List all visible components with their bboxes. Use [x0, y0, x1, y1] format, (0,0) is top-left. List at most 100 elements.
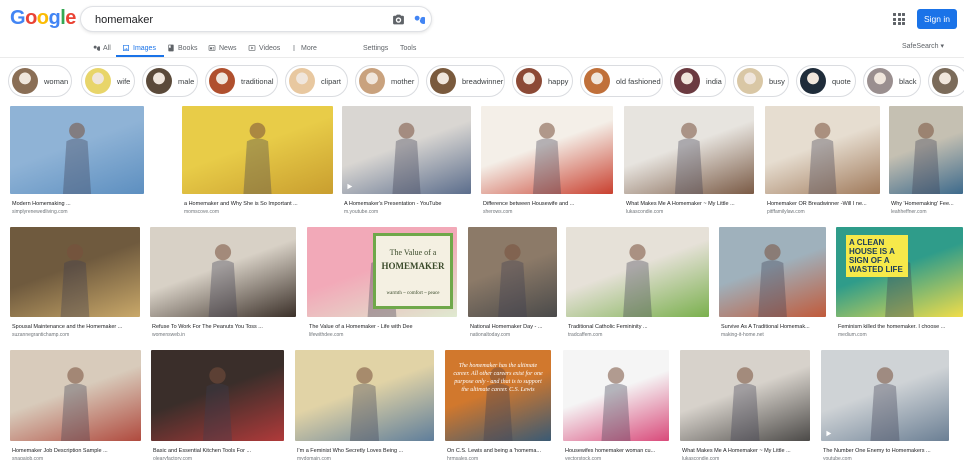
result-source: momscove.com	[184, 209, 220, 215]
tab-images[interactable]: Images	[122, 42, 156, 54]
result-thumbnail[interactable]	[10, 350, 141, 441]
result-thumbnail[interactable]	[10, 106, 144, 194]
image-result[interactable]: What Makes Me A Homemaker ~ My Little ..…	[680, 350, 810, 460]
image-result[interactable]: A CLEAN HOUSE IS A SIGN OF A WASTED LIFE…	[836, 227, 963, 339]
chip-label: old fashioned	[616, 76, 661, 86]
chip-more[interactable]	[928, 65, 964, 97]
result-thumbnail[interactable]	[481, 106, 613, 194]
chip-black[interactable]: black	[863, 65, 921, 97]
chip-woman[interactable]: woman	[8, 65, 72, 97]
result-thumbnail[interactable]	[624, 106, 754, 194]
result-source: making-it-home.net	[721, 332, 764, 338]
thumbnail-figure	[601, 367, 631, 441]
tab-all[interactable]: All	[92, 42, 111, 54]
image-result[interactable]: Basic and Essential Kitchen Tools For ..…	[151, 350, 284, 460]
image-result[interactable]: The Value of a HOMEMAKER warmth ~ comfort …	[307, 227, 457, 339]
tab-books[interactable]: Books	[167, 42, 197, 54]
result-thumbnail[interactable]	[10, 227, 140, 317]
chip-wife[interactable]: wife	[81, 65, 135, 97]
result-thumbnail[interactable]: The homemaker has the ultimate career. A…	[445, 350, 551, 441]
chip-male[interactable]: male	[142, 65, 198, 97]
image-result[interactable]: The Number One Enemy to Homemakers ... yo…	[821, 350, 949, 460]
tab-tools[interactable]: Tools	[400, 42, 416, 54]
image-result[interactable]: Modern Homemaking ... simplyrenewedliving…	[10, 106, 144, 216]
result-thumbnail[interactable]	[566, 227, 709, 317]
result-thumbnail[interactable]	[151, 350, 284, 441]
tab-tools-label: Tools	[400, 44, 417, 52]
tab-images-label: Images	[133, 44, 156, 52]
result-source: olearyfactory.com	[153, 456, 193, 460]
chip-mother[interactable]: mother	[355, 65, 419, 97]
chip-busy[interactable]: busy	[733, 65, 789, 97]
image-result[interactable]: Traditional Catholic Femininity ... tradc…	[566, 227, 709, 339]
result-thumbnail[interactable]	[182, 106, 333, 194]
result-source: tradcaffem.com	[568, 332, 603, 338]
result-thumbnail[interactable]	[719, 227, 826, 317]
result-source: snagajob.com	[12, 456, 44, 460]
chip-clipart[interactable]: clipart	[285, 65, 348, 97]
result-thumbnail[interactable]	[342, 106, 471, 194]
result-source: medium.com	[838, 332, 867, 338]
chip-thumbnail	[516, 68, 542, 94]
chip-old-fashioned[interactable]: old fashioned	[580, 65, 663, 97]
image-result[interactable]: Refuse To Work For The Peanuts You Toss …	[150, 227, 296, 339]
tab-news-label: News	[219, 44, 237, 52]
image-result[interactable]: What Makes Me A Homemaker ~ My Little ..…	[624, 106, 754, 216]
chip-india[interactable]: india	[670, 65, 726, 97]
result-source: simplyrenewedliving.com	[12, 209, 68, 215]
chip-quote[interactable]: quote	[796, 65, 856, 97]
image-result[interactable]: A Homemaker's Presentation - YouTube m.yo…	[342, 106, 471, 216]
image-icon	[123, 45, 129, 51]
image-result[interactable]: Survive As A Traditional Homemak... makin…	[719, 227, 826, 339]
result-source: suzannegrantichamp.com	[12, 332, 70, 338]
result-thumbnail[interactable]	[295, 350, 434, 441]
result-caption: Refuse To Work For The Peanuts You Toss …	[152, 324, 263, 330]
thumbnail-figure	[60, 244, 90, 317]
chip-label: quote	[832, 76, 851, 86]
tab-settings[interactable]: Settings	[363, 42, 388, 54]
safesearch-toggle[interactable]: SafeSearch ▾	[902, 42, 944, 50]
image-result[interactable]: Difference between Housewife and ... sher…	[481, 106, 613, 216]
chip-breadwinner[interactable]: breadwinner	[426, 65, 505, 97]
image-result[interactable]: Spousal Maintenance and the Homemaker ..…	[10, 227, 140, 339]
result-source: mydomain.com	[297, 456, 331, 460]
image-result[interactable]: I'm a Feminist Who Secretly Loves Being …	[295, 350, 434, 460]
search-input[interactable]	[95, 11, 375, 29]
image-result[interactable]: a Homemaker and Why She is So Important …	[182, 106, 333, 216]
image-result[interactable]: National Homemaker Day - ... nationaltoda…	[468, 227, 557, 339]
result-source: vectorstock.com	[565, 456, 602, 460]
image-result[interactable]: Homemaker Job Description Sample ... snag…	[10, 350, 141, 460]
google-logo[interactable]: Google	[10, 8, 76, 28]
apps-grid-icon[interactable]	[893, 13, 905, 25]
tab-news[interactable]: News	[208, 42, 237, 54]
result-thumbnail[interactable]: The Value of a HOMEMAKER warmth ~ comfort …	[307, 227, 457, 317]
result-thumbnail[interactable]	[563, 350, 669, 441]
image-result[interactable]: Why 'Homemaking' Fee... leahheffner.com	[889, 106, 963, 216]
result-thumbnail[interactable]: A CLEAN HOUSE IS A SIGN OF A WASTED LIFE	[836, 227, 963, 317]
chip-traditional[interactable]: traditional	[205, 65, 278, 97]
image-result[interactable]: The homemaker has the ultimate career. A…	[445, 350, 551, 460]
chip-label: clipart	[321, 76, 342, 86]
sign-in-button[interactable]: Sign in	[917, 9, 957, 29]
chip-happy[interactable]: happy	[512, 65, 573, 97]
search-box[interactable]	[80, 6, 432, 32]
result-thumbnail[interactable]	[150, 227, 296, 317]
result-caption: On C.S. Lewis and being a 'homema...	[447, 448, 541, 454]
camera-icon[interactable]	[392, 13, 405, 26]
active-tab-indicator	[116, 55, 164, 57]
chip-thumbnail	[800, 68, 826, 94]
image-result[interactable]: Homemaker OR Breadwinner -Will I ne... pi…	[765, 106, 880, 216]
result-thumbnail[interactable]	[680, 350, 810, 441]
tab-videos[interactable]: Videos	[248, 42, 280, 54]
result-caption: A Homemaker's Presentation - YouTube	[344, 201, 442, 207]
result-thumbnail[interactable]	[468, 227, 557, 317]
search-icon[interactable]	[412, 13, 425, 26]
image-result[interactable]: Housewifes homemaker woman cu... vectorst…	[563, 350, 669, 460]
chip-thumbnail	[85, 68, 111, 94]
result-thumbnail[interactable]	[765, 106, 880, 194]
tab-more[interactable]: More	[290, 42, 317, 54]
result-thumbnail[interactable]	[821, 350, 949, 441]
result-thumbnail[interactable]	[889, 106, 963, 194]
result-caption: Modern Homemaking ...	[12, 201, 71, 207]
chip-label: breadwinner	[462, 76, 504, 86]
